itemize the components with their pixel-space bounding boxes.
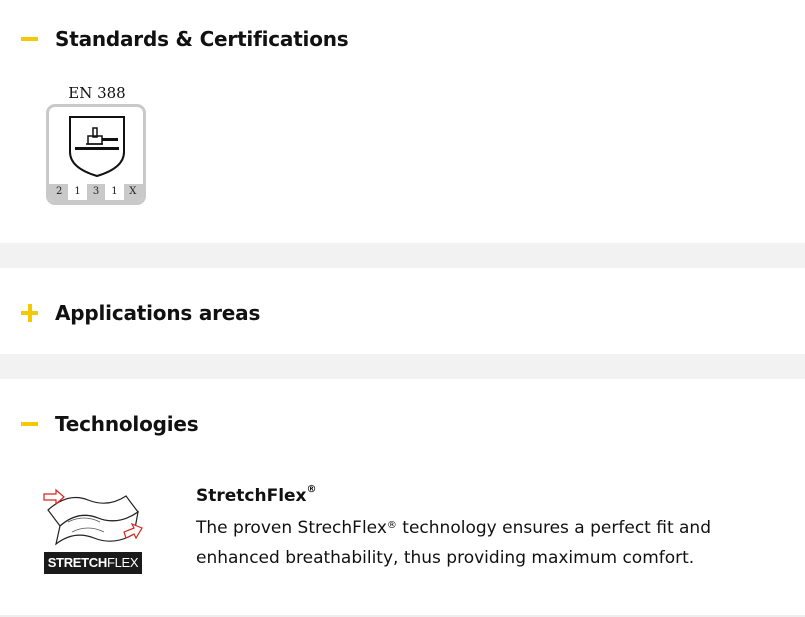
certificate-label: EN 388: [68, 84, 126, 102]
technology-item: StretchFlex® The proven StrechFlex® tech…: [196, 484, 786, 573]
score-cell: 1: [68, 184, 87, 200]
score-cell: X: [129, 186, 137, 197]
applications-accordion-header[interactable]: Applications areas: [20, 301, 260, 325]
score-cell: 3: [92, 186, 100, 197]
certificate-badge: 2 1 3 1 X: [46, 104, 146, 205]
certificate-scores: 2 1 3 1 X: [49, 184, 143, 202]
applications-title: Applications areas: [55, 301, 261, 325]
standards-section: Standards & Certifications EN 388 2 1 3 …: [0, 0, 805, 243]
score-cell: 1: [105, 184, 124, 200]
registered-mark: ®: [386, 520, 397, 531]
registered-mark: ®: [306, 484, 317, 495]
hammer-shield-icon: [69, 116, 125, 178]
section-divider: [0, 354, 805, 379]
section-divider: [0, 243, 805, 268]
score-cell: 2: [56, 186, 63, 197]
technologies-title: Technologies: [55, 412, 199, 436]
standards-title: Standards & Certifications: [55, 27, 349, 51]
applications-section: Applications areas: [0, 268, 805, 354]
standards-accordion-header[interactable]: Standards & Certifications: [20, 27, 349, 51]
technology-name: StretchFlex®: [196, 484, 317, 506]
minus-icon[interactable]: [20, 29, 40, 49]
en388-certificate: EN 388 2 1 3 1 X: [46, 84, 148, 205]
technology-description: The proven StrechFlex® technology ensure…: [196, 518, 711, 568]
stretchflex-logo: STRETCHFLEX: [44, 552, 142, 574]
minus-icon[interactable]: [20, 414, 40, 434]
technologies-accordion-header[interactable]: Technologies: [20, 412, 199, 436]
plus-icon[interactable]: [20, 303, 40, 323]
